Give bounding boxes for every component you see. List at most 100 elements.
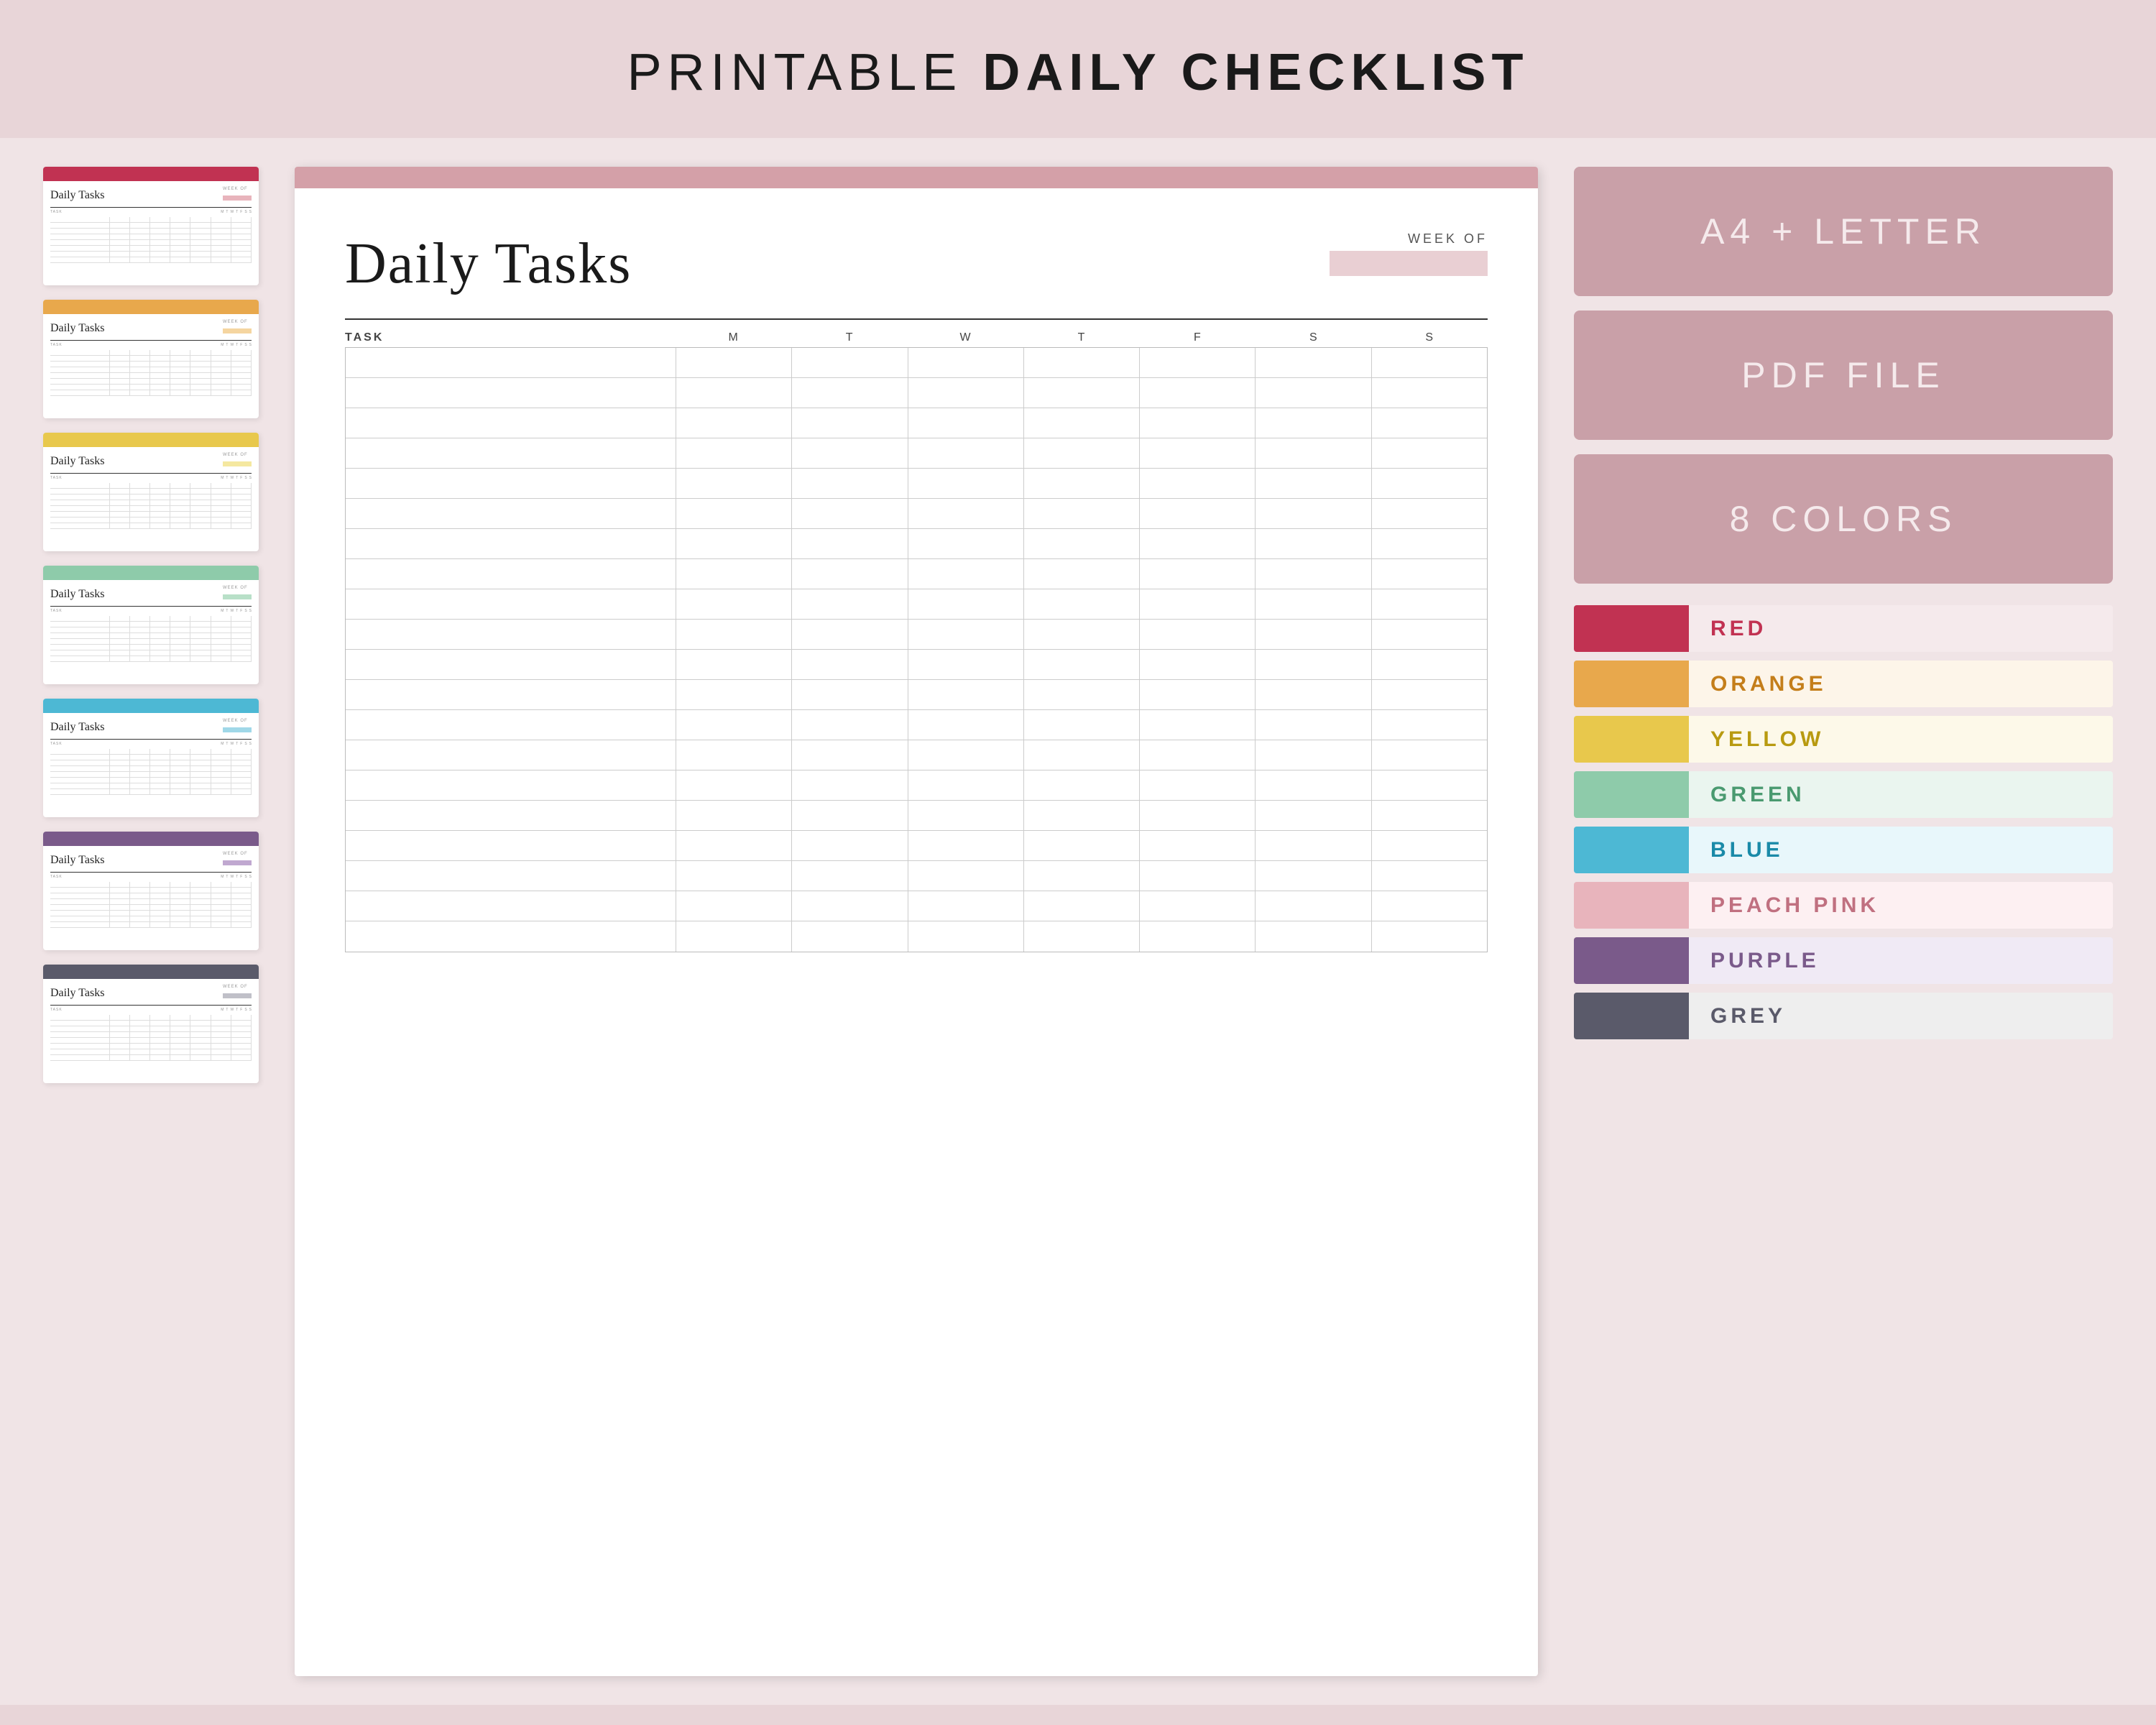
table-row (346, 408, 1487, 438)
day-cell (1256, 921, 1371, 952)
thumbnail-days: M T W T F S S (221, 609, 252, 613)
thumbnail-task-label: TASK (50, 1008, 63, 1012)
day-cell (1372, 921, 1487, 952)
thumbnail-days: M T W T F S S (221, 343, 252, 347)
thumbnail-header (43, 433, 259, 447)
badge-pdf-file: PDF FILE (1574, 310, 2113, 440)
checklist-content: Daily Tasks WEEK OF TASK MTWTFSS (295, 188, 1538, 995)
title-regular: PRINTABLE (627, 44, 983, 101)
color-item: RED (1574, 605, 2113, 652)
day-cell (1256, 740, 1371, 770)
color-label: YELLOW (1710, 727, 1824, 752)
day-cell (1024, 740, 1140, 770)
thumbnail-grid-row (50, 772, 252, 778)
thumbnail-grid-row (50, 1049, 252, 1055)
thumbnail-divider (50, 739, 252, 740)
table-row (346, 620, 1487, 650)
task-cell (346, 831, 676, 860)
thumbnail-grid-row (50, 483, 252, 489)
day-cell (792, 620, 908, 649)
day-cell (1256, 348, 1371, 377)
thumbnail-title-row: Daily Tasks WEEK OF (50, 985, 252, 1002)
day-cell (1256, 801, 1371, 830)
day-cell (908, 801, 1024, 830)
thumbnail-grid-row (50, 789, 252, 795)
day-cell (908, 650, 1024, 679)
thumbnail-grid-row (50, 639, 252, 645)
day-cell (908, 559, 1024, 589)
day-cell (792, 529, 908, 558)
right-column: A4 + LETTER PDF FILE 8 COLORS REDORANGEY… (1574, 167, 2113, 1676)
day-cell (1140, 891, 1256, 921)
thumbnail-grid-row (50, 367, 252, 373)
thumbnail-header (43, 300, 259, 314)
day-cell (1024, 408, 1140, 438)
day-cell (1256, 529, 1371, 558)
thumbnail-grid-row (50, 379, 252, 385)
thumbnail-grid-row (50, 240, 252, 246)
thumbnail-grid-row (50, 1021, 252, 1026)
day-cell (1140, 740, 1256, 770)
day-cell (1256, 559, 1371, 589)
thumbnail-divider (50, 340, 252, 341)
day-cell (676, 891, 792, 921)
thumbnail-grid-row (50, 616, 252, 622)
table-row (346, 650, 1487, 680)
thumbnail-grid-row (50, 755, 252, 760)
checklist-weekof-box (1330, 251, 1488, 276)
day-cell (792, 831, 908, 860)
thumbnail-task-label: TASK (50, 476, 63, 480)
col-days-header: MTWTFSS (676, 331, 1488, 344)
day-cell (676, 710, 792, 740)
day-cell (1372, 710, 1487, 740)
day-cell (1256, 891, 1371, 921)
day-cell (1372, 680, 1487, 709)
thumbnail-task-row: TASK M T W T F S S (50, 343, 252, 347)
thumbnail-weekof: WEEK OF (223, 719, 252, 736)
thumbnail-grid (50, 217, 252, 263)
thumbnail-week-box (223, 860, 252, 865)
day-cell (908, 680, 1024, 709)
day-cell (1140, 650, 1256, 679)
color-item: YELLOW (1574, 716, 2113, 763)
thumbnail-days: M T W T F S S (221, 1008, 252, 1012)
thumbnail-divider (50, 207, 252, 208)
day-cell (676, 529, 792, 558)
main-content: Daily Tasks WEEK OF TASK M T W T F S S (0, 138, 2156, 1705)
checklist-preview: Daily Tasks WEEK OF TASK MTWTFSS (295, 167, 1538, 1676)
col-day-header: W (948, 331, 984, 344)
badge-8-colors-text: 8 COLORS (1730, 498, 1958, 540)
table-row (346, 348, 1487, 378)
col-day-header: T (1064, 331, 1100, 344)
thumbnail-grid-row (50, 350, 252, 356)
color-label-area: GREEN (1689, 771, 2113, 818)
day-cell (908, 710, 1024, 740)
day-cell (1256, 408, 1371, 438)
day-cell (1024, 589, 1140, 619)
thumbnail-title: Daily Tasks (50, 322, 104, 335)
thumbnail-grid-row (50, 229, 252, 234)
day-cell (1256, 438, 1371, 468)
thumbnail-days: M T W T F S S (221, 742, 252, 746)
thumbnail-title-row: Daily Tasks WEEK OF (50, 586, 252, 603)
day-cell (1024, 680, 1140, 709)
thumbnail-header (43, 699, 259, 713)
page-header: PRINTABLE DAILY CHECKLIST (0, 0, 2156, 138)
day-cell (1140, 620, 1256, 649)
day-cell (1140, 801, 1256, 830)
badge-pdf-file-text: PDF FILE (1741, 354, 1945, 396)
day-cell (676, 770, 792, 800)
thumbnail-body: Daily Tasks WEEK OF TASK M T W T F S S (43, 979, 259, 1067)
thumbnail-grid-row (50, 627, 252, 633)
day-cell (1024, 650, 1140, 679)
thumbnail-grid-row (50, 518, 252, 523)
thumbnail-task-row: TASK M T W T F S S (50, 210, 252, 214)
thumbnail-grid (50, 1015, 252, 1061)
thumbnail-title: Daily Tasks (50, 189, 104, 202)
thumbnails-column: Daily Tasks WEEK OF TASK M T W T F S S (43, 167, 259, 1676)
task-cell (346, 650, 676, 679)
task-cell (346, 559, 676, 589)
checklist-top-bar (295, 167, 1538, 188)
day-cell (676, 921, 792, 952)
thumbnail-title-row: Daily Tasks WEEK OF (50, 852, 252, 869)
